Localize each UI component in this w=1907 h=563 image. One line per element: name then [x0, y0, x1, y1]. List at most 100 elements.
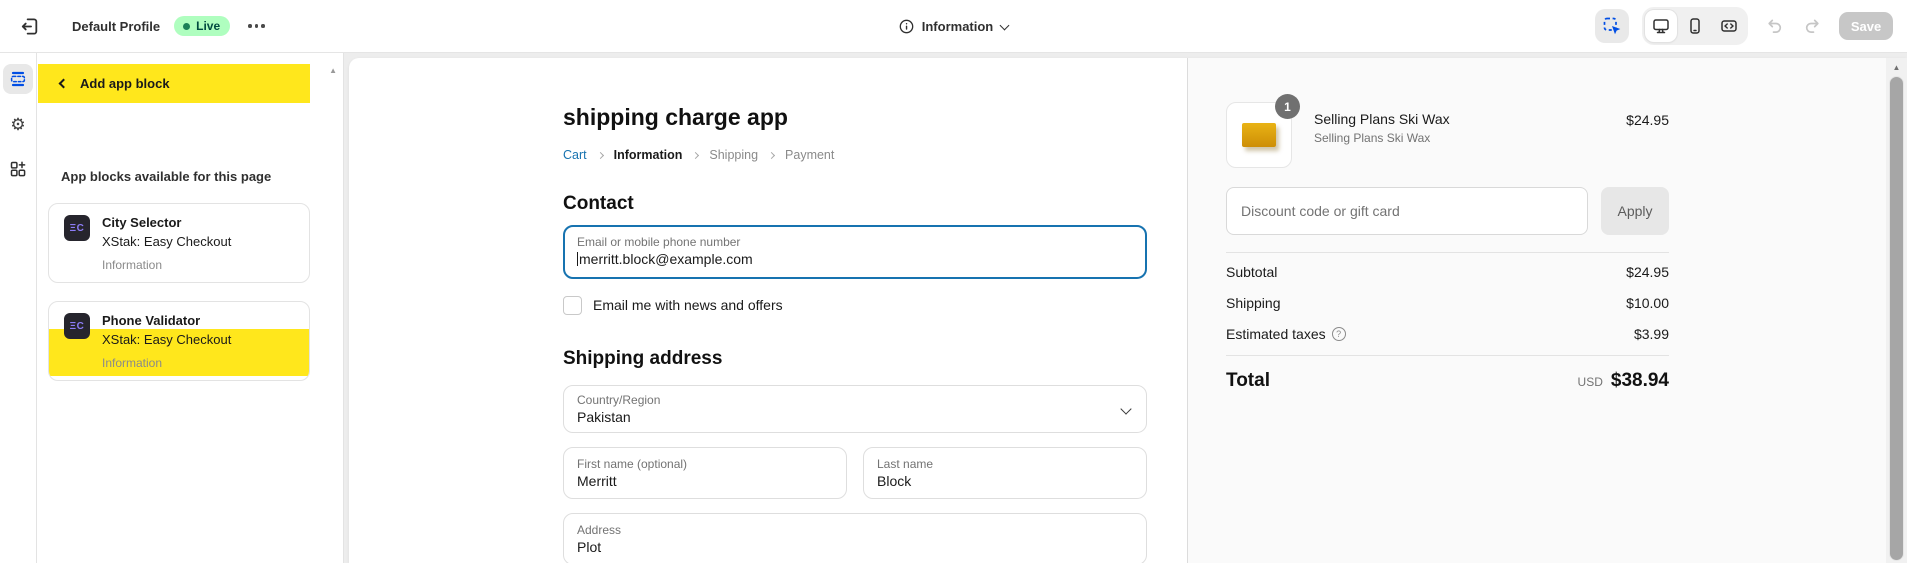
sections-icon — [9, 70, 27, 88]
apply-button[interactable]: Apply — [1601, 187, 1669, 235]
summary-row-subtotal: Subtotal $24.95 — [1226, 256, 1669, 287]
store-title: shipping charge app — [563, 103, 1147, 131]
summary-divider — [1226, 355, 1669, 356]
back-button[interactable]: Add app block — [38, 64, 310, 103]
preview-scrollbar[interactable]: ▲ — [1886, 58, 1907, 563]
exit-button[interactable] — [14, 11, 44, 41]
icon-rail: ⚙ — [0, 53, 37, 563]
breadcrumb-cart[interactable]: Cart — [563, 148, 587, 162]
product-price: $24.95 — [1626, 112, 1669, 128]
breadcrumb-shipping: Shipping — [709, 148, 758, 162]
section-title: App blocks available for this page — [61, 169, 271, 184]
breadcrumb: Cart Information Shipping Payment — [563, 148, 1147, 162]
inspector-cursor-icon — [1603, 17, 1622, 36]
first-name-field[interactable]: First name (optional) Merritt — [563, 447, 847, 499]
profile-name: Default Profile — [72, 19, 160, 34]
segment-desktop[interactable] — [1645, 10, 1677, 42]
address-value: Plot — [577, 538, 1133, 557]
row-label: Shipping — [1226, 295, 1281, 311]
total-value: $38.94 — [1611, 370, 1669, 392]
rail-item-settings[interactable]: ⚙ — [3, 109, 33, 139]
sidebar-panel: Add app block ▲ App blocks available for… — [37, 53, 344, 563]
viewport-segmented-control — [1642, 7, 1748, 45]
breadcrumb-separator-icon — [597, 152, 604, 159]
product-name: Selling Plans Ski Wax — [1314, 110, 1450, 128]
shipping-address-heading: Shipping address — [563, 347, 1147, 370]
summary-row-taxes: Estimated taxes ? $3.99 — [1226, 318, 1669, 349]
rail-item-apps[interactable] — [3, 154, 33, 184]
save-button[interactable]: Save — [1839, 12, 1893, 40]
row-value: $3.99 — [1634, 326, 1669, 342]
fit-width-icon — [1720, 17, 1738, 35]
breadcrumb-information: Information — [614, 148, 683, 162]
phone-icon — [1686, 17, 1704, 35]
app-block-vendor: XStak: Easy Checkout — [102, 330, 231, 349]
app-block-name: City Selector — [102, 213, 231, 232]
first-name-value: Merritt — [577, 472, 833, 491]
chevron-left-icon — [59, 79, 69, 89]
panel-scroll-up-icon[interactable]: ▲ — [329, 67, 337, 75]
scrollbar-up-icon[interactable]: ▲ — [1893, 58, 1901, 76]
app-block-placement: Information — [102, 355, 295, 371]
first-name-label: First name (optional) — [577, 457, 833, 472]
order-summary: 1 Selling Plans Ski Wax Selling Plans Sk… — [1187, 58, 1886, 563]
apps-icon — [9, 160, 27, 178]
line-item: 1 Selling Plans Ski Wax Selling Plans Sk… — [1226, 102, 1669, 168]
more-button[interactable] — [244, 18, 269, 34]
product-thumbnail: 1 — [1226, 102, 1292, 168]
redo-icon — [1803, 16, 1823, 36]
newsletter-label: Email me with news and offers — [593, 297, 783, 313]
quantity-badge: 1 — [1275, 94, 1300, 119]
undo-button[interactable] — [1761, 13, 1787, 39]
undo-icon — [1764, 16, 1784, 36]
summary-row-shipping: Shipping $10.00 — [1226, 287, 1669, 318]
scrollbar-thumb[interactable] — [1889, 76, 1904, 561]
email-label: Email or mobile phone number — [577, 235, 1133, 250]
newsletter-checkbox[interactable] — [563, 296, 582, 315]
row-value: $24.95 — [1626, 264, 1669, 280]
last-name-label: Last name — [877, 457, 1133, 472]
redo-button[interactable] — [1800, 13, 1826, 39]
app-block-placement: Information — [102, 257, 295, 273]
last-name-field[interactable]: Last name Block — [863, 447, 1147, 499]
top-bar: Default Profile Live Information — [0, 0, 1907, 53]
country-select[interactable]: Country/Region Pakistan — [563, 385, 1147, 433]
rail-item-sections[interactable] — [3, 64, 33, 94]
page-selector-label: Information — [922, 19, 994, 34]
app-block-name: Phone Validator — [102, 311, 231, 330]
breadcrumb-separator-icon — [768, 152, 775, 159]
app-block-icon: ΞC — [64, 313, 90, 339]
checkout-main: shipping charge app Cart Information Shi… — [349, 58, 1187, 563]
product-image — [1242, 123, 1276, 147]
more-dots-icon — [248, 24, 252, 28]
chevron-down-icon — [1000, 20, 1010, 30]
taxes-info-icon[interactable]: ? — [1332, 327, 1346, 341]
gear-icon: ⚙ — [10, 116, 25, 133]
row-label: Subtotal — [1226, 264, 1277, 280]
total-row: Total USD $38.94 — [1226, 370, 1669, 392]
discount-input[interactable] — [1226, 187, 1588, 235]
app-block-card-phone-validator[interactable]: ΞC Phone Validator XStak: Easy Checkout … — [48, 301, 310, 381]
segment-mobile[interactable] — [1679, 10, 1711, 42]
checkout-preview: shipping charge app Cart Information Shi… — [349, 58, 1907, 563]
contact-heading: Contact — [563, 192, 1147, 215]
product-variant: Selling Plans Ski Wax — [1314, 131, 1450, 145]
total-currency: USD — [1578, 375, 1603, 389]
country-value: Pakistan — [577, 408, 1133, 427]
last-name-value: Block — [877, 472, 1133, 491]
app-block-card-city-selector[interactable]: ΞC City Selector XStak: Easy Checkout In… — [48, 203, 310, 283]
address-field[interactable]: Address Plot — [563, 513, 1147, 563]
email-value: merritt.block@example.com — [579, 251, 753, 267]
sidebar-header-title: Add app block — [80, 76, 170, 91]
inspect-mode-button[interactable] — [1595, 9, 1629, 43]
monitor-icon — [1652, 17, 1670, 35]
row-value: $10.00 — [1626, 295, 1669, 311]
segment-fullwidth[interactable] — [1713, 10, 1745, 42]
address-label: Address — [577, 523, 1133, 538]
app-block-vendor: XStak: Easy Checkout — [102, 232, 231, 251]
exit-icon — [19, 16, 40, 37]
page-selector-dropdown[interactable]: Information — [891, 13, 1017, 40]
text-cursor — [577, 252, 578, 266]
email-field[interactable]: Email or mobile phone number merritt.blo… — [563, 225, 1147, 279]
country-label: Country/Region — [577, 393, 1133, 408]
